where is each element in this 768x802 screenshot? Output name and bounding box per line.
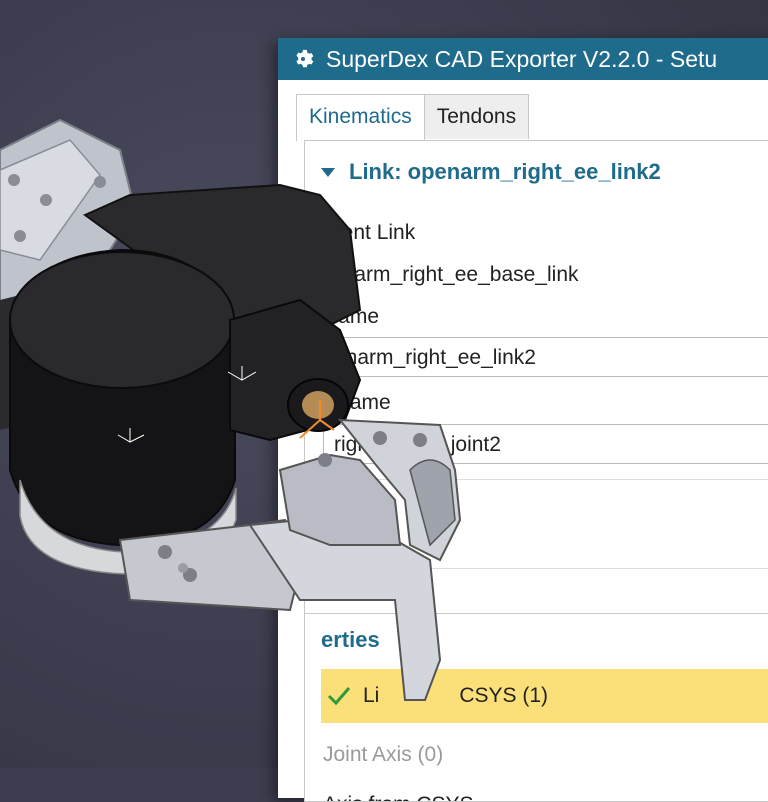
- link-csys-prefix: Li: [363, 684, 380, 707]
- link-csys-label: CSYS (1): [459, 684, 549, 707]
- tab-tendons[interactable]: Tendons: [423, 94, 530, 139]
- link-name-label: Name: [323, 305, 380, 328]
- window-title: SuperDex CAD Exporter V2.2.0 - Setu: [326, 45, 718, 72]
- joint-name-label: t Name: [323, 391, 391, 414]
- joint-type-area: [323, 479, 768, 569]
- tab-bar: Kinematics Tendons: [296, 94, 530, 141]
- joint-name-field[interactable]: right_finger_joint2: [323, 424, 768, 464]
- link-csys-row[interactable]: Li CSYS (1): [321, 669, 768, 723]
- collapse-triangle-icon: [321, 167, 335, 177]
- link-section-title: Link: openarm_right_ee_link2: [349, 159, 661, 184]
- check-icon: [327, 687, 351, 706]
- link-name-field[interactable]: enarm_right_ee_link2: [323, 337, 768, 377]
- section-divider: [305, 613, 768, 614]
- axis-from-csys-label[interactable]: Axis from CSYS: [323, 793, 474, 801]
- link-section-header[interactable]: Link: openarm_right_ee_link2: [321, 159, 661, 185]
- joint-axis-label[interactable]: Joint Axis (0): [323, 743, 443, 767]
- title-bar[interactable]: SuperDex CAD Exporter V2.2.0 - Setu: [278, 38, 768, 80]
- parent-link-label: arent Link: [323, 221, 416, 244]
- exporter-panel: SuperDex CAD Exporter V2.2.0 - Setu Kine…: [278, 38, 768, 802]
- properties-section-header[interactable]: erties: [321, 627, 380, 653]
- tab-kinematics[interactable]: Kinematics: [296, 94, 425, 141]
- parent-link-value: enarm_right_ee_base_link: [331, 263, 579, 286]
- kinematics-content: Link: openarm_right_ee_link2 arent Link …: [304, 140, 768, 802]
- gear-icon: [296, 49, 314, 68]
